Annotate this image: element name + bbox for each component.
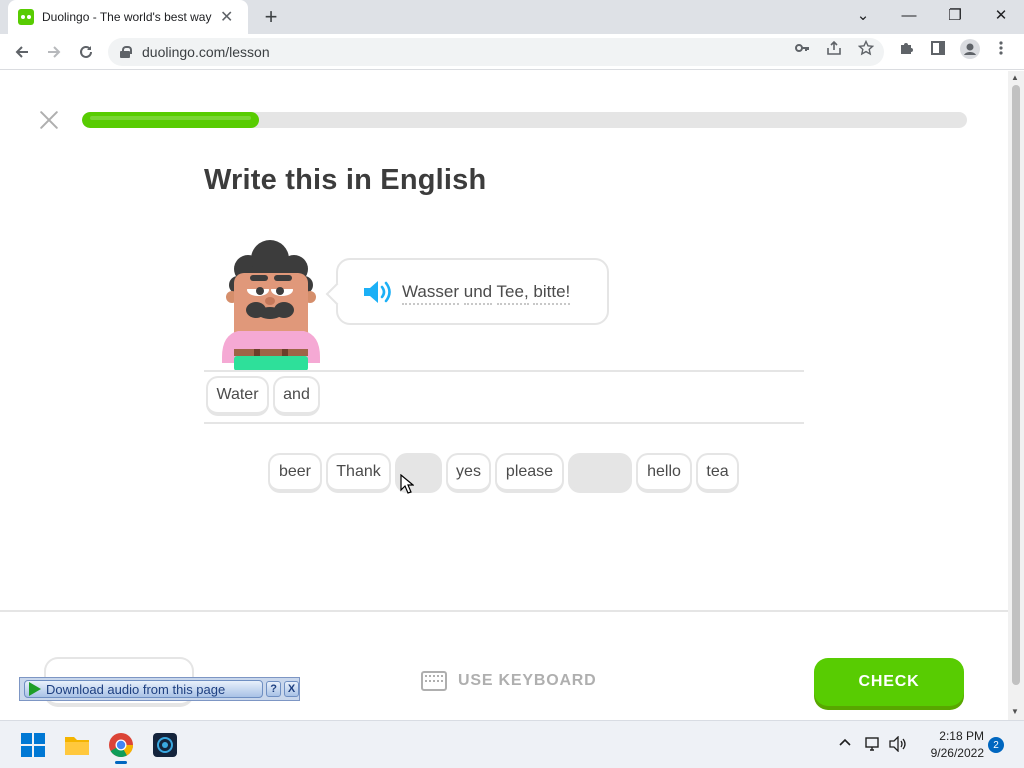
clock-date: 9/26/2022	[930, 746, 984, 760]
bookmark-star-icon[interactable]	[857, 39, 875, 59]
address-bar[interactable]: duolingo.com/lesson	[108, 38, 884, 66]
tab-close-icon[interactable]: ✕	[220, 7, 233, 27]
password-key-icon[interactable]	[794, 40, 810, 59]
duolingo-favicon-icon	[18, 9, 34, 25]
answer-chip[interactable]: and	[273, 376, 320, 416]
prompt-word[interactable]: Wasser	[402, 281, 459, 305]
footer-divider	[0, 610, 1008, 612]
back-button[interactable]	[10, 40, 34, 64]
download-audio-label: Download audio from this page	[46, 681, 226, 697]
reload-icon	[80, 45, 92, 58]
word-bank-chip[interactable]: yes	[446, 453, 491, 493]
volume-icon[interactable]	[889, 735, 907, 755]
lesson-page: Write this in English Wasser und Tee, bi…	[0, 71, 1008, 720]
answer-chip[interactable]: Water	[206, 376, 269, 416]
page-scrollbar[interactable]: ▲ ▼	[1008, 71, 1024, 720]
quit-lesson-close-icon[interactable]	[38, 109, 60, 131]
lock-icon	[120, 46, 132, 58]
use-keyboard-button[interactable]: USE KEYBOARD	[421, 671, 597, 691]
share-icon[interactable]	[826, 40, 842, 59]
scrollbar-thumb[interactable]	[1012, 85, 1020, 685]
tab-search-button[interactable]: ⌄	[840, 0, 886, 30]
chrome-taskbar-icon[interactable]	[108, 732, 134, 764]
answer-line-top	[204, 370, 804, 372]
download-audio-extension-bar: Download audio from this page ? X	[19, 677, 300, 701]
close-window-button[interactable]: ✕	[978, 0, 1024, 30]
play-icon	[29, 682, 41, 696]
recording-app-icon[interactable]	[152, 732, 178, 758]
new-tab-button[interactable]: +	[258, 4, 284, 30]
forward-arrow-icon	[48, 46, 61, 58]
tab-title: Duolingo - The world's best way	[42, 10, 212, 24]
character-illustration	[222, 240, 320, 371]
clock-time: 2:18 PM	[939, 729, 984, 743]
browser-toolbar: duolingo.com/lesson	[0, 34, 1024, 70]
mouse-cursor-icon	[400, 474, 414, 494]
lesson-progress-fill	[82, 112, 259, 128]
windows-start-icon[interactable]	[20, 732, 46, 758]
network-icon[interactable]	[864, 736, 882, 755]
speaker-audio-icon[interactable]	[362, 279, 392, 305]
chrome-menu-icon[interactable]	[998, 40, 1004, 59]
lesson-progress-bar	[82, 112, 967, 128]
url-text: duolingo.com/lesson	[142, 44, 270, 60]
forward-button[interactable]	[42, 40, 66, 64]
word-bank-chip[interactable]: tea	[696, 453, 739, 493]
system-clock[interactable]: 2:18 PM 9/26/2022	[914, 728, 984, 762]
scroll-down-icon[interactable]: ▼	[1011, 707, 1019, 716]
windows-taskbar: 2:18 PM 9/26/2022 2	[0, 720, 1024, 768]
close-extension-button[interactable]: X	[284, 681, 299, 697]
word-bank-chip-used	[568, 453, 632, 493]
word-bank-chip[interactable]: Thank	[326, 453, 391, 493]
word-bank-chip[interactable]: beer	[268, 453, 322, 493]
prompt-speech-bubble: Wasser und Tee, bitte!	[336, 258, 609, 325]
prompt-word[interactable]: und	[463, 281, 493, 305]
help-button[interactable]: ?	[266, 681, 282, 697]
tab-strip: Duolingo - The world's best way ✕ + ⌄ — …	[0, 0, 1024, 34]
show-hidden-icons-chevron-icon[interactable]	[838, 735, 852, 750]
download-audio-button[interactable]: Download audio from this page	[24, 680, 264, 698]
challenge-title: Write this in English	[204, 164, 487, 196]
prompt-word[interactable]: bitte!	[533, 281, 571, 305]
back-arrow-icon	[15, 46, 28, 58]
notification-count-badge[interactable]: 2	[988, 737, 1004, 753]
extensions-puzzle-icon[interactable]	[898, 40, 914, 59]
word-bank-chip[interactable]: please	[495, 453, 564, 493]
restore-button[interactable]: ❐	[932, 0, 978, 30]
keyboard-icon	[421, 671, 447, 691]
minimize-button[interactable]: —	[886, 0, 932, 30]
browser-tab-duolingo[interactable]: Duolingo - The world's best way ✕	[8, 0, 248, 34]
use-keyboard-label: USE KEYBOARD	[458, 672, 597, 689]
side-panel-icon[interactable]	[930, 40, 946, 59]
answer-line-bottom	[204, 422, 804, 424]
scroll-up-icon[interactable]: ▲	[1011, 73, 1019, 82]
prompt-sentence: Wasser und Tee, bitte!	[402, 281, 571, 305]
file-explorer-icon[interactable]	[64, 732, 90, 758]
reload-button[interactable]	[74, 40, 98, 64]
screen: Duolingo - The world's best way ✕ + ⌄ — …	[0, 0, 1024, 768]
check-button[interactable]: CHECK	[814, 658, 964, 706]
prompt-word[interactable]: Tee,	[496, 281, 529, 305]
word-bank-chip[interactable]: hello	[636, 453, 692, 493]
profile-avatar-icon[interactable]	[960, 39, 980, 62]
